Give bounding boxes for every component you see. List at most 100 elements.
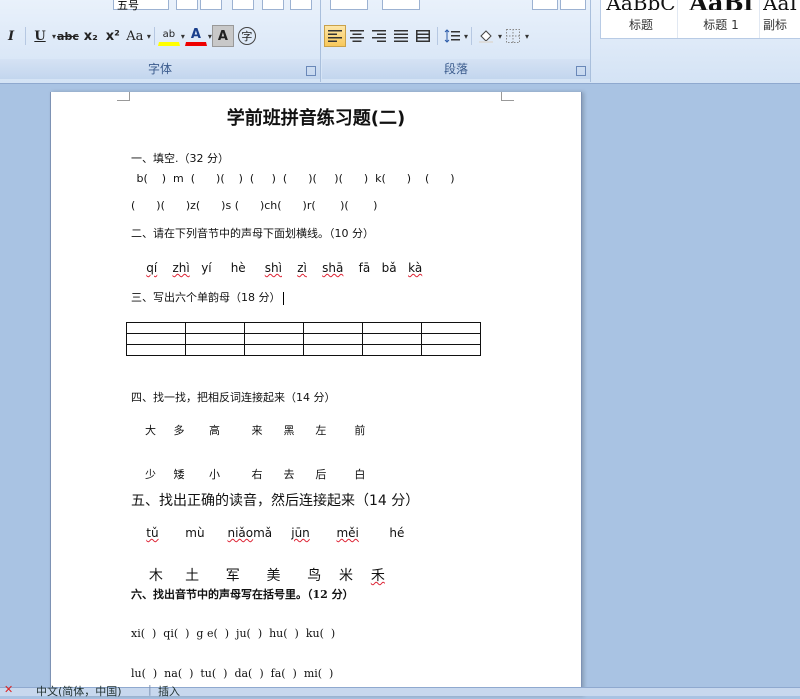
distribute-button[interactable] [412,25,434,47]
phonetic-guide-button[interactable] [262,0,284,10]
align-center-button[interactable] [346,25,368,47]
shrink-font-button[interactable] [200,0,222,10]
ribbon: 五号 I U ▾ abc x₂ x² Aa ▾ ab ▾ A ▾ A 字 字体 [0,0,800,84]
table-cell[interactable] [244,333,304,345]
font-color-button[interactable]: A [184,26,207,46]
font-toolbar-row: I U ▾ abc x₂ x² Aa ▾ ab ▾ A ▾ A 字 [0,25,256,47]
style-heading[interactable]: AaBbC 标题 [605,0,678,38]
style-name: 标题 1 [703,18,739,32]
strikethrough-button[interactable]: abc [56,25,80,47]
table-cell[interactable] [362,344,422,356]
word: 左 [315,424,327,437]
q5-heading: 五、找出正确的读音，然后连接起来（14 分） [131,493,420,509]
table-cell[interactable] [421,322,481,334]
word: 来 [251,424,263,437]
table-cell[interactable] [303,344,363,356]
font-size-box[interactable]: 五号 [113,0,169,12]
char-border-button[interactable] [290,0,312,10]
word: 矮 [173,468,185,481]
dialog-launcher-icon[interactable] [576,66,586,76]
q1-row-2: ( )( )z( )s ( )ch( )r( )( ) [131,199,378,212]
paragraph-group: ▾ ▾ ▾ 段落 [322,0,591,82]
table-row [126,333,481,345]
table-cell[interactable] [126,322,186,334]
table-cell[interactable] [421,344,481,356]
syllable: zì [297,261,307,275]
style-name: 副标 [763,18,788,32]
enclose-char-button[interactable]: 字 [237,27,256,45]
line-spacing-button[interactable] [441,25,463,47]
grow-font-button[interactable] [176,0,198,10]
change-case-button[interactable]: Aa [124,25,146,47]
chevron-down-icon[interactable]: ▾ [147,32,151,41]
style-sample: AaBbC [605,0,677,10]
table-cell[interactable] [185,333,245,345]
italic-button[interactable]: I [0,25,22,47]
shading-button[interactable] [475,25,497,47]
answer-table[interactable] [126,322,481,356]
character: 木 [148,568,163,584]
chevron-down-icon[interactable]: ▾ [525,32,529,41]
show-marks-button[interactable] [560,0,586,10]
q3-heading: 三、写出六个单韵母（18 分） [131,289,284,305]
dialog-launcher-icon[interactable] [306,66,316,76]
sort-button[interactable] [532,0,558,10]
character: 禾 [370,568,385,584]
table-cell[interactable] [244,322,304,334]
table-cell[interactable] [244,344,304,356]
crop-mark [501,92,514,101]
font-group: 五号 I U ▾ abc x₂ x² Aa ▾ ab ▾ A ▾ A 字 字体 [0,0,321,82]
status-bar: ✕ 中文(简体，中国) | 插入 [0,683,800,698]
table-cell[interactable] [362,322,422,334]
table-cell[interactable] [185,344,245,356]
align-left-button[interactable] [324,25,346,47]
table-cell[interactable] [126,344,186,356]
pinyin: mù [185,526,205,540]
style-heading-1[interactable]: AaBl 标题 1 [683,0,760,38]
style-sample: AaI [763,0,800,10]
table-cell[interactable] [362,333,422,345]
table-cell[interactable] [126,333,186,345]
separator [25,27,26,45]
style-name: 标题 [628,18,653,32]
error-icon[interactable]: ✕ [4,683,13,696]
clear-format-button[interactable] [232,0,254,10]
table-cell[interactable] [303,333,363,345]
separator [437,27,438,45]
styles-gallery: AaBbC 标题 AaBl 标题 1 AaI 副标 [600,0,800,39]
character: 鸟 [307,568,322,584]
document-page[interactable]: 学前班拼音练习题(二) 一、填空.（32 分） b( ) m ( )( ) ( … [50,92,582,696]
q2-syllables: qí zhì yí hè shì zì shā fā bǎ kà [131,247,422,289]
q4-heading: 四、找一找，把相反词连接起来（14 分） [131,391,336,404]
q6-heading: 六、找出音节中的声母写在括号里。（12 分） [131,588,354,601]
q6-row-2: lu( ) na( ) tu( ) da( ) fa( ) mi( ) [131,667,334,680]
highlight-button[interactable]: ab [157,26,180,46]
numbering-button[interactable] [382,0,420,10]
q4-row-1: 大 多 高 来 黑 左 前 [131,409,365,451]
syllable: qí [146,261,158,275]
align-left-icon [328,30,342,42]
table-cell[interactable] [303,322,363,334]
word: 小 [208,468,220,481]
character: 军 [225,568,240,584]
font-size-value: 五号 [117,0,139,12]
pinyin: niǎo [227,526,254,540]
style-subtitle[interactable]: AaI 副标 [763,0,800,38]
table-cell[interactable] [421,333,481,345]
char-shading-button[interactable]: A [211,25,234,47]
bullets-button[interactable] [330,0,368,10]
underline-button[interactable]: U [29,25,51,47]
superscript-button[interactable]: x² [102,25,124,47]
justify-button[interactable] [390,25,412,47]
justify-icon [394,30,408,42]
align-right-button[interactable] [368,25,390,47]
borders-button[interactable] [502,25,524,47]
style-sample: AaBl [683,0,759,10]
insert-mode-indicator[interactable]: 插入 [158,683,180,699]
chevron-down-icon[interactable]: ▾ [464,32,468,41]
language-indicator[interactable]: 中文(简体，中国) [36,683,122,699]
paragraph-group-label: 段落 [322,59,590,79]
subscript-button[interactable]: x₂ [80,25,102,47]
q4-row-2: 少 矮 小 右 去 后 白 [131,453,365,495]
table-cell[interactable] [185,322,245,334]
